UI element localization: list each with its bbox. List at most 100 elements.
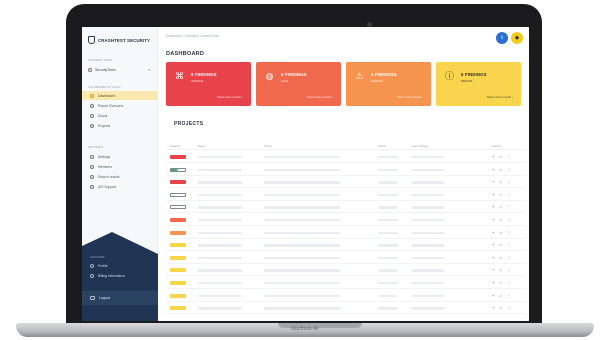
show-results-link[interactable]: Show scan results ›: [307, 95, 333, 99]
table-cell-placeholder: [264, 269, 340, 272]
severity-indicator: [170, 243, 186, 248]
finding-card-high[interactable]: ◍ 5 FINDINGS HIGH Show scan results ›: [256, 62, 341, 106]
sidebar-item-projects[interactable]: Projects: [82, 121, 158, 130]
nodes-icon: ⌘: [175, 71, 184, 81]
table-cell-placeholder: [198, 269, 242, 272]
table-row[interactable]: + ⌂ ⋮: [166, 227, 526, 239]
report-icon: [90, 103, 94, 108]
row-actions[interactable]: + ⌂ ⋮: [492, 192, 513, 197]
logout-label: Logout: [99, 296, 110, 300]
logout-icon: [90, 296, 95, 300]
table-cell-placeholder: [198, 231, 242, 234]
billing-icon: [90, 273, 94, 278]
table-row[interactable]: + ⌂ ⋮: [166, 290, 526, 302]
sidebar-item-api-support[interactable]: API Support: [82, 182, 158, 191]
table-row[interactable]: + ⌂ ⋮: [166, 302, 526, 315]
laptop-base: MacBook Air: [16, 323, 594, 337]
user-icon: [88, 67, 92, 72]
table-row[interactable]: + ⌂ ⋮: [166, 151, 526, 163]
sidebar-item-scans[interactable]: Scans: [82, 111, 158, 120]
row-actions[interactable]: + ⌂ ⋮: [492, 305, 513, 310]
severity-indicator: [170, 180, 186, 185]
table-row[interactable]: + ⌂ ⋮: [166, 264, 526, 277]
table-cell-placeholder: [264, 219, 340, 222]
severity-indicator: [170, 192, 186, 197]
table-cell-placeholder: [198, 156, 242, 159]
sidebar-item-members[interactable]: Members: [82, 162, 158, 171]
sidebar-item-billing[interactable]: Billing information: [82, 271, 158, 280]
column-header-target[interactable]: Target: [264, 144, 272, 148]
table-row[interactable]: + ⌂ ⋮: [166, 164, 526, 176]
sidebar-item-settings[interactable]: Settings: [82, 152, 158, 161]
finding-count: 5 FINDINGS: [461, 72, 487, 77]
row-actions[interactable]: + ⌂ ⋮: [492, 230, 513, 235]
table-row[interactable]: + ⌂ ⋮: [166, 239, 526, 252]
table-cell-placeholder: [198, 219, 242, 222]
workspace-select[interactable]: SecurityTeam ▾: [88, 65, 150, 74]
app-logo[interactable]: CRASHTEST SECURITY: [88, 35, 150, 45]
column-header-name[interactable]: Name: [198, 144, 205, 148]
logout-button[interactable]: Logout: [82, 291, 158, 305]
hexagon-badge-icon[interactable]: ◆: [511, 32, 523, 44]
row-actions[interactable]: + ⌂ ⋮: [492, 167, 513, 172]
severity-indicator: [170, 293, 186, 298]
row-actions[interactable]: + ⌂ ⋮: [492, 293, 513, 298]
column-header-scans[interactable]: Scans: [378, 144, 386, 148]
sidebar: CRASHTEST SECURITY CURRENT TEAM Security…: [82, 27, 158, 321]
table-row[interactable]: + ⌂ ⋮: [166, 189, 526, 201]
table-cell-placeholder: [378, 231, 398, 234]
table-row[interactable]: + ⌂ ⋮: [166, 214, 526, 226]
finding-count: 5 FINDINGS: [371, 72, 397, 77]
table-cell-placeholder: [412, 219, 444, 222]
finding-card-medium[interactable]: ⚠ 5 FINDINGS MEDIUM Show scan results ›: [346, 62, 431, 106]
column-header-severity[interactable]: Severity: [170, 144, 180, 148]
sidebar-item-search-results[interactable]: Search results: [82, 172, 158, 181]
show-results-link[interactable]: Show scan results ›: [397, 95, 423, 99]
row-actions[interactable]: + ⌂ ⋮: [492, 154, 513, 159]
row-actions[interactable]: + ⌂ ⋮: [492, 217, 513, 222]
table-cell-placeholder: [412, 193, 444, 197]
table-cell-placeholder: [198, 206, 242, 209]
table-cell-placeholder: [412, 244, 444, 247]
severity-indicator: [170, 218, 186, 222]
sidebar-item-dashboard[interactable]: Dashboard: [82, 91, 158, 100]
column-header-last-change[interactable]: Last Change: [412, 144, 428, 148]
page-title: DASHBOARD: [166, 51, 205, 57]
show-results-link[interactable]: Show scan results ›: [487, 95, 513, 99]
finding-card-medium[interactable]: ⓘ 5 FINDINGS MEDIUM Show scan results ›: [436, 62, 521, 106]
severity-label: MEDIUM: [371, 79, 383, 83]
breadcrumb: Dashboard / Overview / Current Team: [166, 34, 220, 38]
table-cell-placeholder: [378, 244, 398, 247]
api-icon: [90, 184, 94, 189]
sidebar-item-profile[interactable]: Profile: [82, 261, 158, 270]
table-cell-placeholder: [412, 294, 444, 297]
severity-indicator: [170, 306, 186, 311]
table-row[interactable]: + ⌂ ⋮: [166, 201, 526, 214]
app-screen: CRASHTEST SECURITY CURRENT TEAM Security…: [82, 27, 529, 321]
table-cell-placeholder: [412, 156, 444, 159]
severity-indicator: [170, 255, 186, 260]
severity-label: CRITICAL: [191, 79, 204, 83]
severity-indicator: [170, 281, 186, 285]
row-actions[interactable]: + ⌂ ⋮: [492, 280, 513, 285]
table-row[interactable]: + ⌂ ⋮: [166, 277, 526, 289]
row-actions[interactable]: + ⌂ ⋮: [492, 255, 513, 260]
row-actions[interactable]: + ⌂ ⋮: [492, 267, 513, 272]
row-actions[interactable]: + ⌂ ⋮: [492, 179, 513, 184]
row-actions[interactable]: + ⌂ ⋮: [492, 242, 513, 247]
severity-label: MEDIUM: [461, 79, 473, 83]
severity-indicator: [170, 230, 186, 235]
table-row[interactable]: + ⌂ ⋮: [166, 176, 526, 189]
table-cell-placeholder: [412, 168, 444, 171]
finding-card-critical[interactable]: ⌘ 5 FINDINGS CRITICAL Show scan results ›: [166, 62, 251, 106]
table-cell-placeholder: [264, 231, 340, 234]
table-cell-placeholder: [264, 206, 340, 209]
table-row[interactable]: + ⌂ ⋮: [166, 252, 526, 264]
table-cell-placeholder: [198, 294, 242, 297]
logo-text: CRASHTEST SECURITY: [98, 37, 151, 43]
sidebar-item-report-overview[interactable]: Report Overview: [82, 101, 158, 110]
projects-title: PROJECTS: [174, 121, 204, 127]
row-actions[interactable]: + ⌂ ⋮: [492, 204, 513, 209]
show-results-link[interactable]: Show scan results ›: [217, 95, 243, 99]
info-badge-icon[interactable]: i: [496, 32, 508, 44]
